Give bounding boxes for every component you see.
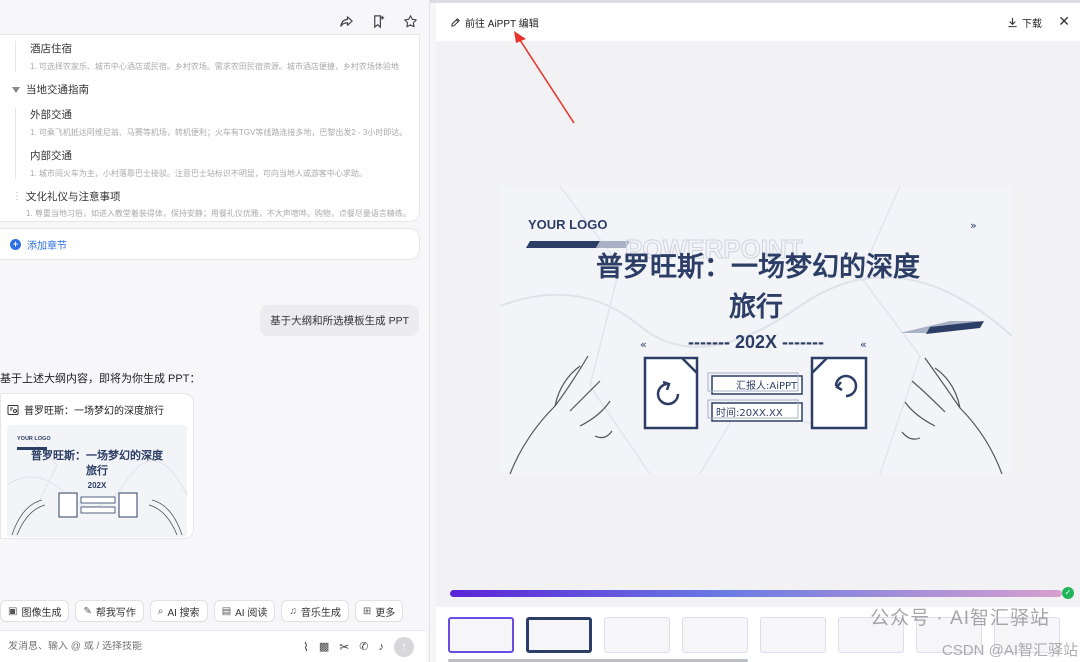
add-section-button[interactable]: + 添加章节 xyxy=(0,228,420,260)
user-message: 基于大纲和所选模板生成 PPT xyxy=(260,305,419,336)
edit-pen-icon xyxy=(451,17,460,27)
outline-card: 酒店住宿 1. 可选择农家乐、城市中心酒店或民宿。乡村农场。需求农田民宿资源。城… xyxy=(0,34,420,222)
bookmark-icon[interactable] xyxy=(369,12,387,30)
outline-section[interactable]: 当地交通指南 xyxy=(12,82,407,97)
message-input[interactable] xyxy=(8,641,303,652)
slide-chevrons-icon: » xyxy=(970,219,977,232)
ppt-file-icon xyxy=(7,404,19,415)
close-icon[interactable]: ✕ xyxy=(1058,13,1070,30)
annotation-arrow xyxy=(514,31,575,124)
search-icon: ⌕ xyxy=(157,605,164,617)
tool-chip-writing[interactable]: ✎ 帮我写作 xyxy=(75,600,144,622)
mini-title-line2: 旅行 xyxy=(86,463,108,477)
check-icon: ✓ xyxy=(1062,587,1074,599)
slide-title-line1: 普罗旺斯：一场梦幻的深度 xyxy=(596,251,920,283)
mini-logo-text: YOUR LOGO xyxy=(17,436,51,442)
tool-chip-image[interactable]: ▣ 图像生成 xyxy=(0,600,70,622)
tool-label: AI 搜索 xyxy=(167,607,200,619)
slide-thumbnail[interactable] xyxy=(526,617,592,653)
slide-thumbnail[interactable] xyxy=(448,617,514,653)
slide-logo: YOUR LOGO xyxy=(528,217,607,232)
slide-time: 时间:20XX.XX xyxy=(716,406,783,419)
mini-year: 202X xyxy=(88,481,107,490)
slide-thumbnail[interactable] xyxy=(604,617,670,653)
grid-icon: ⊞ xyxy=(362,605,372,617)
image-icon: ▣ xyxy=(8,605,18,617)
outline-item-title[interactable]: 酒店住宿 xyxy=(30,41,407,56)
star-icon[interactable] xyxy=(401,12,419,30)
watermark-csdn: CSDN @AI智汇驿站 xyxy=(941,642,1078,659)
outline-group: 外部交通 1. 可乘飞机抵达阿维尼翁、马赛等机场，转机便利；火车有TGV等线路连… xyxy=(15,107,407,179)
caret-down-icon[interactable] xyxy=(12,86,20,93)
mini-title-line1: 普罗旺斯：一场梦幻的深度 xyxy=(31,448,164,462)
edit-link-label: 前往 AiPPT 编辑 xyxy=(465,18,539,30)
ppt-thumbnail-art: YOUR LOGO 普罗旺斯：一场梦幻的深度 旅行 202X xyxy=(7,425,187,537)
outline-item-desc[interactable]: 1. 可乘飞机抵达阿维尼翁、马赛等机场，转机便利；火车有TGV等线路连接多地，巴… xyxy=(30,127,407,138)
tool-label: 更多 xyxy=(375,607,396,619)
slide-reporter: 汇报人:AiPPT xyxy=(736,379,798,392)
tool-chips: ▣ 图像生成 ✎ 帮我写作 ⌕ AI 搜索 ▤ AI 阅读 ♫ 音乐生成 ⊞ 更多 xyxy=(0,600,404,622)
slide-left-chevrons-icon: « xyxy=(640,338,647,351)
tool-label: 音乐生成 xyxy=(300,607,341,619)
edit-in-aippt-link[interactable]: 前往 AiPPT 编辑 xyxy=(450,15,539,30)
phone-icon[interactable]: ✆ xyxy=(359,640,368,653)
ppt-card-title: 普罗旺斯：一场梦幻的深度旅行 xyxy=(24,406,164,417)
slide-title-line2: 旅行 xyxy=(729,291,783,323)
download-label: 下载 xyxy=(1022,19,1042,30)
outline-item-desc[interactable]: 1. 可选择农家乐、城市中心酒店或民宿。乡村农场。需求农田民宿资源。城市酒店便捷… xyxy=(30,61,407,72)
scissors-icon[interactable]: ✂ xyxy=(339,640,349,654)
tool-label: 帮我写作 xyxy=(95,607,136,619)
ppt-thumbnail[interactable]: YOUR LOGO 普罗旺斯：一场梦幻的深度 旅行 202X xyxy=(7,425,187,537)
slide-year: ------- 202X ------- xyxy=(688,332,824,352)
music-icon: ♫ xyxy=(289,605,297,617)
slide-preview: YOUR LOGO POWERPOINT » 普罗旺斯：一场梦幻的深度 旅行 -… xyxy=(500,186,1012,474)
download-icon xyxy=(1008,17,1017,28)
slide-thumbnail[interactable] xyxy=(682,617,748,653)
message-input-bar: ⌇ ▩ ✂ ✆ ♪ ↑ xyxy=(0,630,426,662)
add-section-label: 添加章节 xyxy=(27,240,67,252)
download-button[interactable]: 下载 xyxy=(1007,15,1042,30)
ppt-result-card[interactable]: 普罗旺斯：一场梦幻的深度旅行 YOUR LOGO 普罗旺斯：一场梦幻的深度 旅行… xyxy=(0,393,194,539)
tool-label: AI 阅读 xyxy=(235,607,268,619)
generation-progress-bar xyxy=(450,590,1062,597)
outline-item-desc[interactable]: 1. 尊重当地习俗，如进入教堂着装得体，保持安静；用餐礼仪优雅，不大声喧哗。购物… xyxy=(26,208,407,219)
share-icon[interactable] xyxy=(337,12,355,30)
slide-right-chevrons-icon: « xyxy=(860,338,867,351)
outline-item-desc[interactable]: 1. 城市间火车为主，小村落靠巴士接驳。注意巴士站标识不明显，可向当地人或游客中… xyxy=(30,168,407,179)
pen-icon: ✎ xyxy=(83,605,92,617)
plus-icon: + xyxy=(10,238,21,250)
screenshot-icon[interactable]: ▩ xyxy=(319,640,329,653)
outline-section-label: 文化礼仪与注意事项 xyxy=(26,191,121,203)
watermark: 公众号 · AI智汇驿站 xyxy=(870,608,1050,629)
chat-panel: 酒店住宿 1. 可选择农家乐、城市中心酒店或民宿。乡村农场。需求农田民宿资源。城… xyxy=(0,0,430,662)
slide-thumbnail[interactable] xyxy=(760,617,826,653)
preview-panel: 前往 AiPPT 编辑 下载 ✕ YOUR LOGO POWERPOINT » … xyxy=(436,3,1080,662)
slide-art: YOUR LOGO POWERPOINT » 普罗旺斯：一场梦幻的深度 旅行 -… xyxy=(500,186,1012,474)
outline-group: 酒店住宿 1. 可选择农家乐、城市中心酒店或民宿。乡村农场。需求农田民宿资源。城… xyxy=(15,41,407,72)
read-icon: ▤ xyxy=(221,605,232,617)
ppt-card-header: 普罗旺斯：一场梦幻的深度旅行 xyxy=(7,402,187,417)
outline-section-label: 当地交通指南 xyxy=(26,84,89,96)
input-actions: ⌇ ▩ ✂ ✆ ♪ ↑ xyxy=(303,636,426,657)
chat-toolbar xyxy=(337,12,419,30)
tool-chip-read[interactable]: ▤ AI 阅读 xyxy=(213,600,276,622)
microphone-icon[interactable]: ♪ xyxy=(379,641,385,653)
outline-item-title[interactable]: 外部交通 xyxy=(30,107,407,122)
drag-handle-icon[interactable]: ⋮⋮ xyxy=(12,191,31,202)
attachment-icon[interactable]: ⌇ xyxy=(303,640,309,654)
tool-chip-more[interactable]: ⊞ 更多 xyxy=(354,600,404,622)
app-frame: 酒店住宿 1. 可选择农家乐、城市中心酒店或民宿。乡村农场。需求农田民宿资源。城… xyxy=(0,0,1080,662)
outline-section[interactable]: ⋮⋮ 文化礼仪与注意事项 xyxy=(12,189,407,204)
tool-label: 图像生成 xyxy=(21,607,62,619)
tool-chip-music[interactable]: ♫ 音乐生成 xyxy=(281,600,349,622)
outline-item-title[interactable]: 内部交通 xyxy=(30,148,407,163)
tool-chip-search[interactable]: ⌕ AI 搜索 xyxy=(149,600,208,622)
assistant-message: 基于上述大纲内容，即将为你生成 PPT： xyxy=(0,373,201,385)
send-button[interactable]: ↑ xyxy=(394,636,414,657)
